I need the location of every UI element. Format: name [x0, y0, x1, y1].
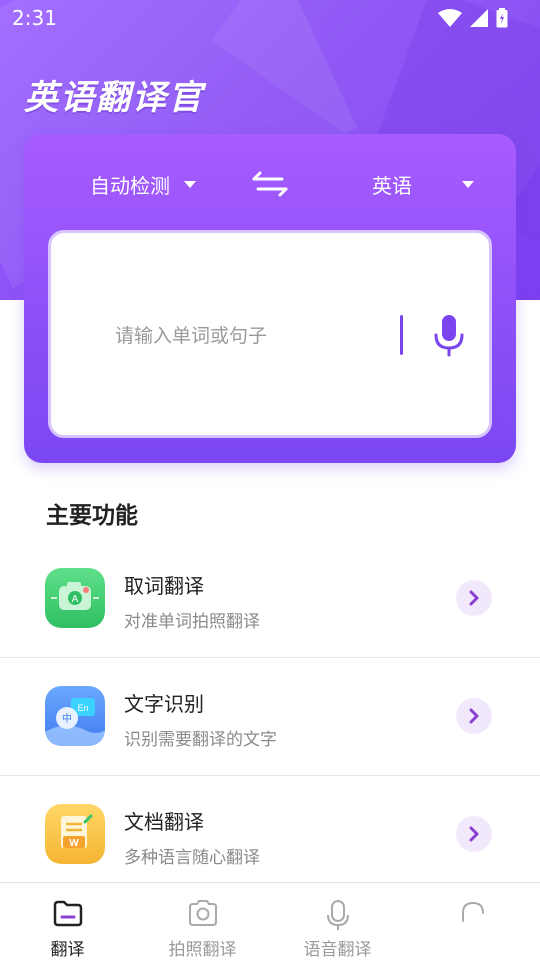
feature-item-document-translate[interactable]: W 文档翻译 多种语言随心翻译 [0, 776, 540, 894]
tab-label: 翻译 [50, 940, 85, 960]
language-selector-row: 自动检测 英语 [24, 164, 516, 206]
tab-label: 语音翻译 [303, 940, 372, 960]
feature-subtitle: 识别需要翻译的文字 [124, 730, 277, 750]
tab-voice-translate[interactable]: 语音翻译 [270, 883, 405, 960]
chevron-down-icon [184, 181, 196, 188]
chat-text-icon: En 中 [45, 686, 105, 746]
voice-input-button[interactable] [431, 313, 467, 357]
target-language-dropdown[interactable]: 英语 [372, 170, 474, 199]
bottom-navigation: 翻译 拍照翻译 语音翻译 [0, 882, 540, 960]
document-icon: W [45, 804, 105, 864]
source-language-dropdown[interactable]: 自动检测 [90, 170, 196, 199]
feature-subtitle: 对准单词拍照翻译 [124, 612, 260, 632]
camera-icon [188, 900, 217, 926]
feature-list: A 取词翻译 对准单词拍照翻译 En 中 文字识别 识别需要翻译的文字 W 文档… [0, 540, 540, 894]
microphone-icon [434, 315, 464, 357]
chevron-right-icon[interactable] [456, 816, 492, 852]
microphone-icon [326, 900, 349, 930]
tab-profile[interactable] [405, 883, 540, 960]
feature-item-text-recognition[interactable]: En 中 文字识别 识别需要翻译的文字 [0, 658, 540, 776]
translate-icon [53, 900, 82, 927]
signal-icon [470, 9, 488, 27]
svg-text:中: 中 [62, 712, 72, 725]
tab-translate[interactable]: 翻译 [0, 883, 135, 960]
swap-arrows-icon [252, 171, 288, 197]
camera-word-icon: A [45, 568, 105, 628]
svg-text:A: A [72, 594, 79, 605]
section-title: 主要功能 [46, 503, 138, 529]
status-bar: 2:31 [0, 0, 540, 36]
chevron-right-icon[interactable] [456, 698, 492, 734]
source-language-label: 自动检测 [90, 174, 170, 198]
chevron-right-icon[interactable] [456, 580, 492, 616]
translate-input[interactable]: 请输入单词或句子 [48, 230, 492, 438]
status-icons [438, 8, 508, 28]
profile-icon [461, 901, 484, 922]
feature-title: 取词翻译 [124, 574, 204, 598]
feature-title: 文字识别 [124, 692, 204, 716]
wifi-icon [438, 9, 462, 27]
swap-languages-button[interactable] [250, 170, 290, 198]
status-time: 2:31 [12, 6, 57, 30]
feature-subtitle: 多种语言随心翻译 [124, 848, 260, 868]
feature-item-word-translate[interactable]: A 取词翻译 对准单词拍照翻译 [0, 540, 540, 658]
app-title: 英语翻译官 [24, 78, 204, 118]
tab-label: 拍照翻译 [168, 940, 237, 960]
text-cursor [400, 315, 403, 355]
chevron-down-icon [462, 181, 474, 188]
svg-text:W: W [69, 838, 79, 849]
battery-icon [496, 8, 508, 28]
input-placeholder: 请输入单词或句子 [115, 325, 268, 347]
svg-text:En: En [77, 703, 88, 713]
target-language-label: 英语 [372, 174, 412, 198]
translate-card: 自动检测 英语 请输入单词或句子 [24, 134, 516, 463]
feature-title: 文档翻译 [124, 810, 204, 834]
tab-photo-translate[interactable]: 拍照翻译 [135, 883, 270, 960]
